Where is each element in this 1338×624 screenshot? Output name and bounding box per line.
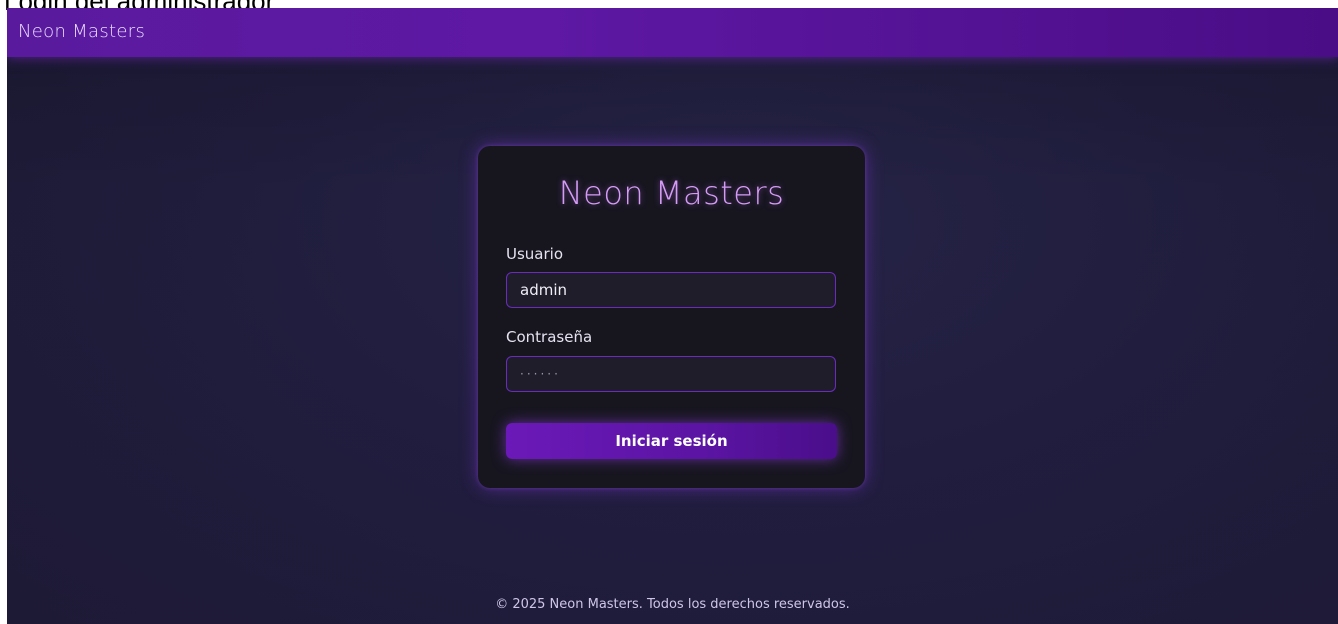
top-navbar: Neon Masters <box>7 8 1338 57</box>
login-card: Neon Masters Usuario admin Contraseña ··… <box>478 146 865 488</box>
app-window: Neon Masters Neon Masters Usuario admin … <box>7 8 1338 624</box>
footer-copyright: © 2025 Neon Masters. Todos los derechos … <box>495 597 850 612</box>
username-input[interactable]: admin <box>506 272 836 308</box>
password-input[interactable]: ······ <box>506 356 836 392</box>
login-button[interactable]: Iniciar sesión <box>506 423 837 459</box>
username-label: Usuario <box>506 245 564 263</box>
brand-link[interactable]: Neon Masters <box>18 21 145 42</box>
login-title: Neon Masters <box>558 174 785 212</box>
password-label: Contraseña <box>506 328 593 346</box>
